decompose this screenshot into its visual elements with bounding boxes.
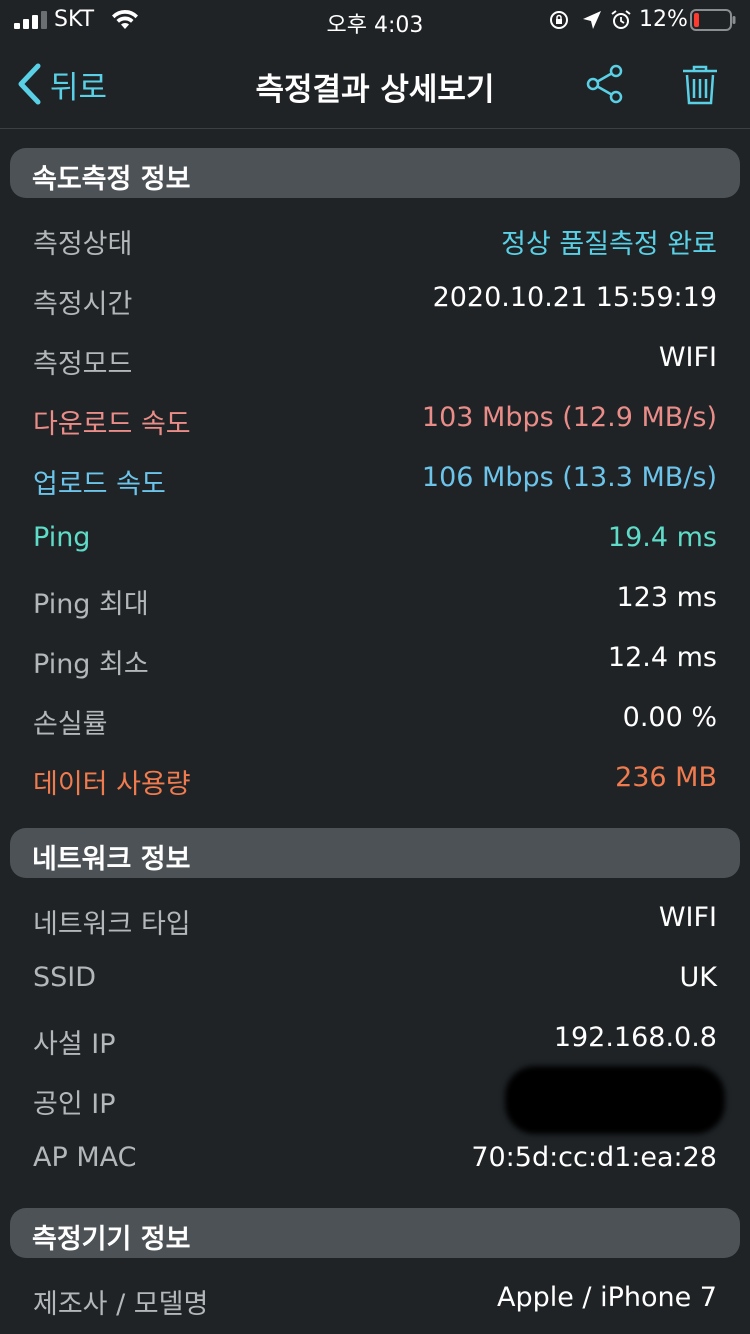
info-row-download: 다운로드 속도 103 Mbps (12.9 MB/s) xyxy=(0,388,750,448)
row-value: 정상 품질측정 완료 xyxy=(501,229,717,260)
info-row-time: 측정시간 2020.10.21 15:59:19 xyxy=(0,268,750,328)
row-label: 네트워크 타입 xyxy=(33,909,191,940)
info-row-device-model: 제조사 / 모델명 Apple / iPhone 7 xyxy=(0,1268,750,1328)
row-label: AP MAC xyxy=(33,1142,137,1173)
row-label: 측정모드 xyxy=(33,349,133,380)
battery-icon xyxy=(690,9,736,31)
info-row-ap-mac: AP MAC 70:5d:cc:d1:ea:28 xyxy=(0,1128,750,1188)
row-label: 측정상태 xyxy=(33,229,133,260)
row-label: Ping 최대 xyxy=(33,589,149,620)
row-value: WIFI xyxy=(658,902,717,933)
section-title: 측정기기 정보 xyxy=(32,1224,191,1255)
row-label: SSID xyxy=(33,962,97,993)
info-row-ping-max: Ping 최대 123 ms xyxy=(0,568,750,628)
row-value: 236 MB xyxy=(615,762,717,793)
row-label: 다운로드 속도 xyxy=(33,409,191,440)
row-value: 12.4 ms xyxy=(607,642,717,673)
row-value: 70:5d:cc:d1:ea:28 xyxy=(471,1142,717,1173)
row-label: Ping 최소 xyxy=(33,649,149,680)
section-title: 네트워크 정보 xyxy=(32,844,191,875)
info-row-ping-min: Ping 최소 12.4 ms xyxy=(0,628,750,688)
row-value: UK xyxy=(679,962,717,993)
row-label: 측정시간 xyxy=(33,289,133,320)
battery-percentage: 12% xyxy=(639,7,688,32)
row-value: 192.168.0.8 xyxy=(553,1022,717,1053)
row-label: 손실률 xyxy=(33,709,108,740)
trash-icon[interactable] xyxy=(680,62,720,106)
info-row-upload: 업로드 속도 106 Mbps (13.3 MB/s) xyxy=(0,448,750,508)
row-label: 데이터 사용량 xyxy=(33,769,191,800)
info-row-data-usage: 데이터 사용량 236 MB xyxy=(0,748,750,808)
location-icon xyxy=(583,11,601,29)
row-value: WIFI xyxy=(658,342,717,373)
row-value: 19.4 ms xyxy=(607,522,717,553)
orientation-lock-icon xyxy=(550,11,568,29)
info-row-network-type: 네트워크 타입 WIFI xyxy=(0,888,750,948)
row-label: 사설 IP xyxy=(33,1029,116,1060)
alarm-icon xyxy=(611,10,631,29)
info-row-mode: 측정모드 WIFI xyxy=(0,328,750,388)
page-title: 측정결과 상세보기 xyxy=(255,72,495,108)
redacted-public-ip xyxy=(505,1066,725,1134)
navigation-bar: 뒤로 측정결과 상세보기 xyxy=(0,40,750,129)
status-time: 오후 4:03 xyxy=(326,13,424,38)
row-value: Apple / iPhone 7 xyxy=(496,1282,717,1313)
info-row-status: 측정상태 정상 품질측정 완료 xyxy=(0,208,750,268)
row-value: 2020.10.21 15:59:19 xyxy=(432,282,717,313)
section-header-speed: 속도측정 정보 xyxy=(10,148,740,198)
row-value: 123 ms xyxy=(616,582,718,613)
info-row-ping: Ping 19.4 ms xyxy=(0,508,750,568)
section-header-device: 측정기기 정보 xyxy=(10,1208,740,1258)
status-bar: SKT 오후 4:03 12% xyxy=(0,0,750,40)
row-value: 103 Mbps (12.9 MB/s) xyxy=(421,402,717,433)
info-row-private-ip: 사설 IP 192.168.0.8 xyxy=(0,1008,750,1068)
row-label: 공인 IP xyxy=(33,1089,116,1120)
section-title: 속도측정 정보 xyxy=(32,164,191,195)
share-icon[interactable] xyxy=(585,64,625,104)
row-label: 제조사 / 모델명 xyxy=(33,1289,209,1320)
row-label: Ping xyxy=(33,522,91,553)
section-header-network: 네트워크 정보 xyxy=(10,828,740,878)
row-label: 업로드 속도 xyxy=(33,469,166,500)
row-value: 0.00 % xyxy=(622,702,717,733)
info-row-loss: 손실률 0.00 % xyxy=(0,688,750,748)
info-row-ssid: SSID UK xyxy=(0,948,750,1008)
row-value: 106 Mbps (13.3 MB/s) xyxy=(421,462,717,493)
